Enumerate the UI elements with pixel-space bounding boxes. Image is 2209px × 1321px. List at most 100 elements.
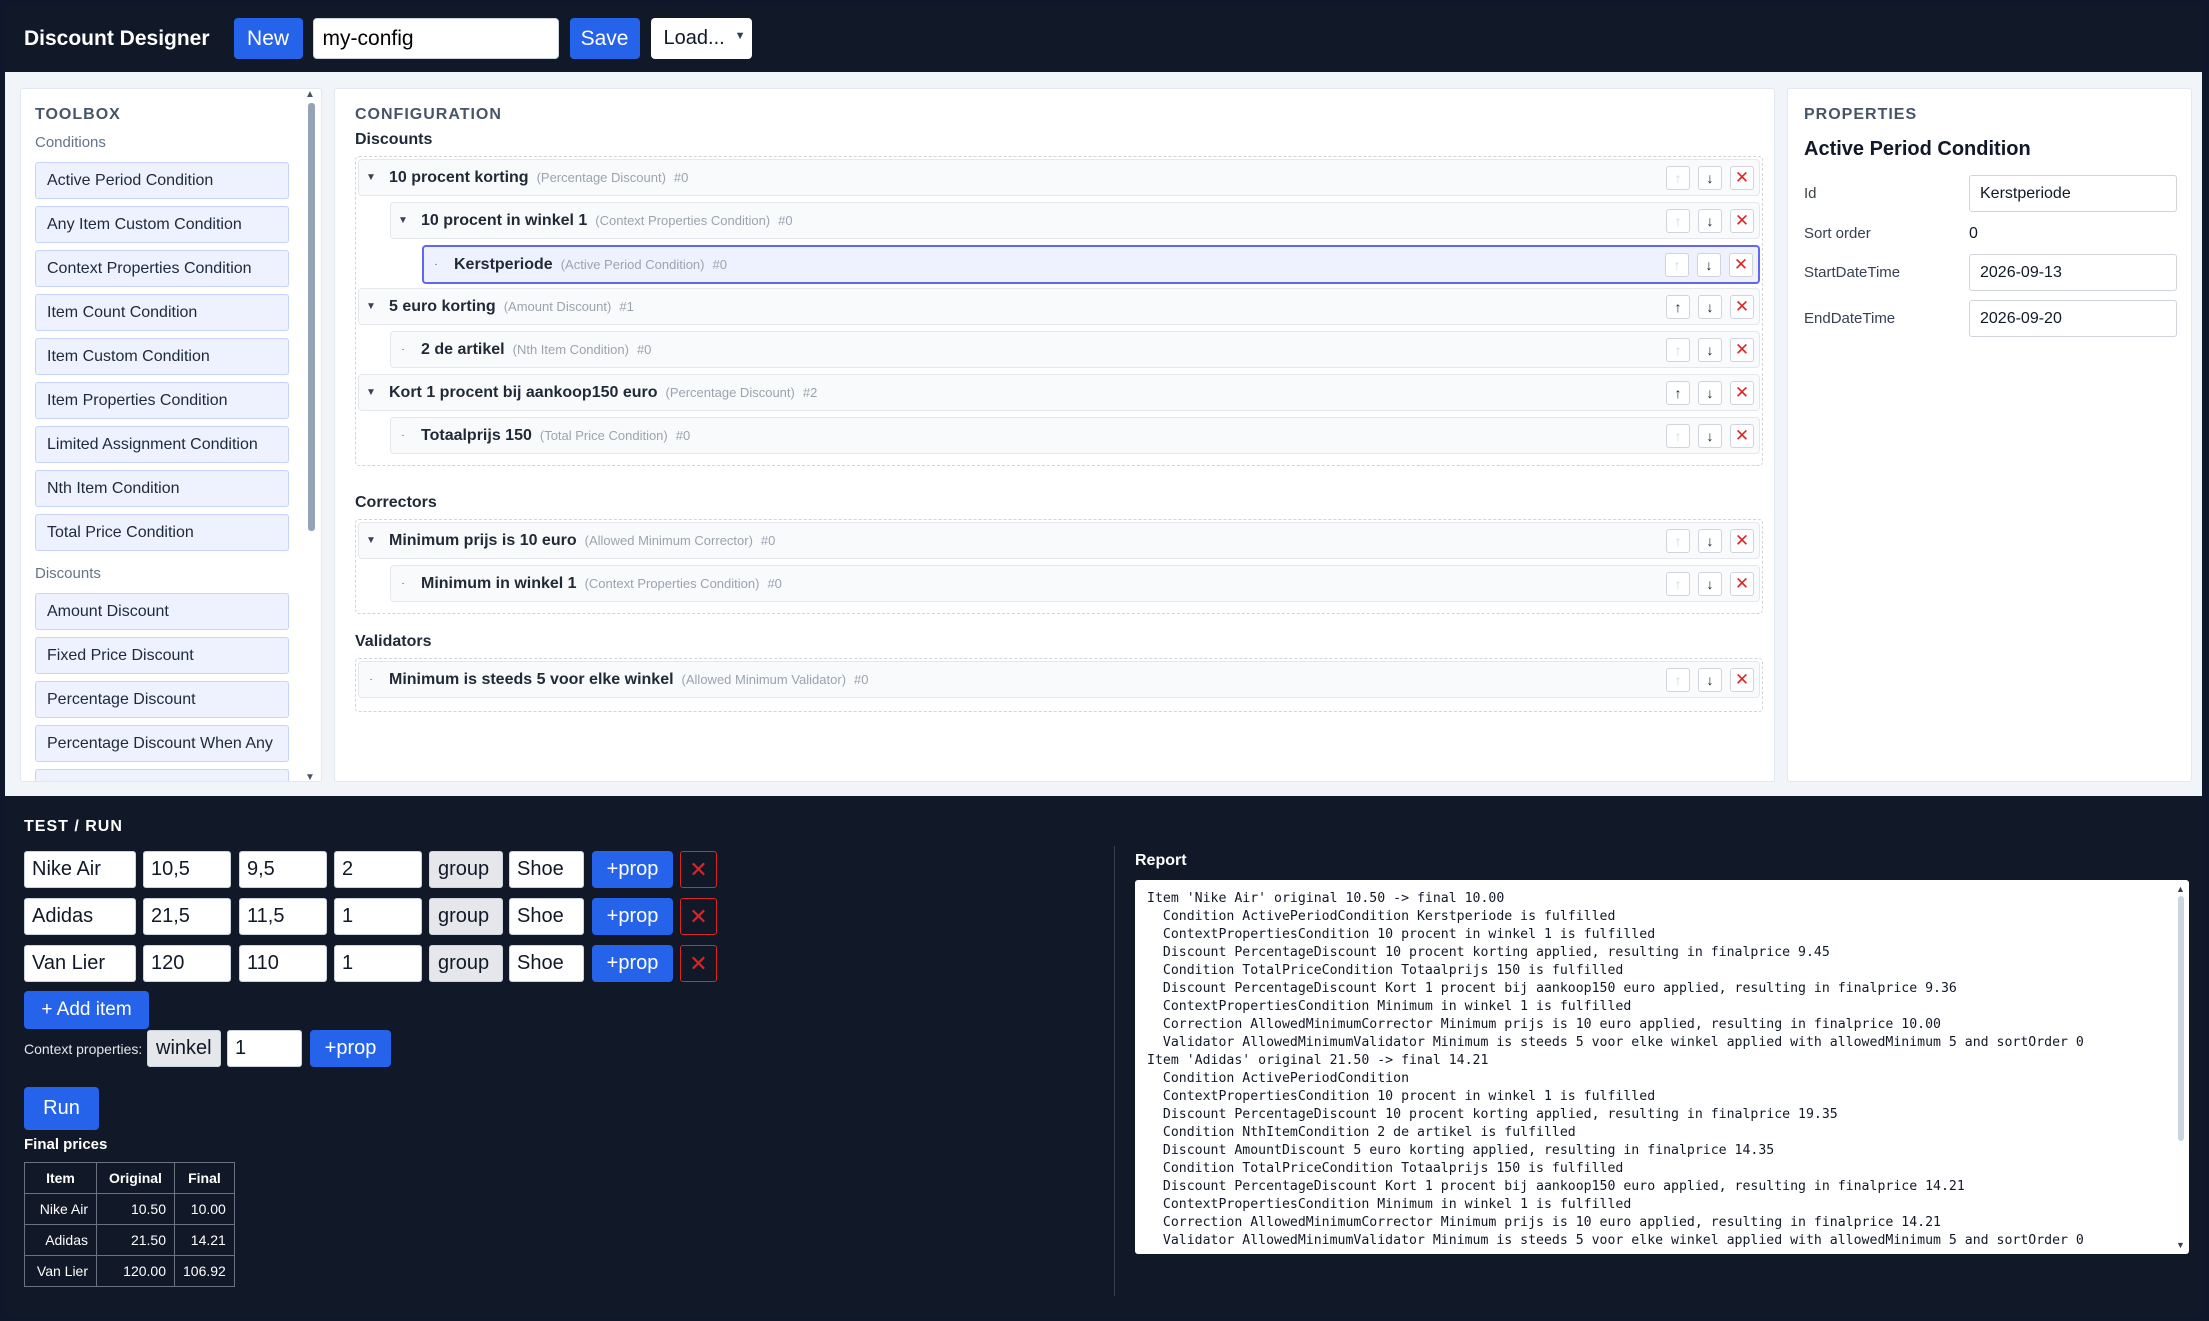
move-up-icon[interactable]: ↑: [1666, 668, 1690, 692]
add-prop-button[interactable]: +prop: [592, 851, 673, 888]
item-prop-key-input[interactable]: group: [429, 945, 503, 982]
tree-node[interactable]: ▼ 5 euro korting (Amount Discount) #1 ↑ …: [358, 288, 1760, 325]
toolbox-item[interactable]: Context Properties Condition: [35, 250, 289, 287]
save-button[interactable]: Save: [569, 18, 640, 59]
toolbox-item[interactable]: Amount Discount: [35, 593, 289, 630]
delete-item-icon[interactable]: ✕: [680, 945, 717, 982]
move-down-icon[interactable]: ↓: [1697, 253, 1721, 277]
item-prop-value-input[interactable]: Shoe: [509, 898, 584, 935]
scroll-down-icon[interactable]: ▼: [305, 772, 315, 781]
scrollbar-thumb[interactable]: [2178, 896, 2184, 1141]
tree-node[interactable]: ▼ 10 procent korting (Percentage Discoun…: [358, 159, 1760, 196]
item-original-input[interactable]: 120: [143, 945, 231, 982]
delete-icon[interactable]: ✕: [1730, 424, 1754, 448]
scroll-up-icon[interactable]: ▲: [305, 89, 315, 100]
tree-node[interactable]: · Totaalprijs 150 (Total Price Condition…: [390, 417, 1760, 454]
toolbox-item[interactable]: Item Count Condition: [35, 294, 289, 331]
tree-node-selected[interactable]: · Kerstperiode (Active Period Condition)…: [422, 245, 1760, 284]
report-textarea[interactable]: Item 'Nike Air' original 10.50 -> final …: [1135, 880, 2189, 1254]
end-date-input[interactable]: 2026-09-20: [1969, 300, 2177, 337]
move-down-icon[interactable]: ↓: [1698, 529, 1722, 553]
delete-icon[interactable]: ✕: [1729, 253, 1753, 277]
move-down-icon[interactable]: ↓: [1698, 572, 1722, 596]
scrollbar-thumb[interactable]: [308, 103, 315, 531]
tree-node[interactable]: ▼ Minimum prijs is 10 euro (Allowed Mini…: [358, 522, 1760, 559]
item-prop-key-input[interactable]: group: [429, 851, 503, 888]
toolbox-item[interactable]: Any Item Custom Condition: [35, 206, 289, 243]
collapse-icon[interactable]: ▼: [359, 535, 383, 546]
config-name-input[interactable]: [312, 18, 559, 59]
delete-icon[interactable]: ✕: [1730, 529, 1754, 553]
toolbox-item[interactable]: [35, 769, 289, 781]
move-down-icon[interactable]: ↓: [1698, 295, 1722, 319]
move-down-icon[interactable]: ↓: [1698, 424, 1722, 448]
report-scrollbar[interactable]: ▲ ▼: [2175, 884, 2187, 1250]
item-prop-value-input[interactable]: Shoe: [509, 945, 584, 982]
item-qty-input[interactable]: 1: [334, 945, 422, 982]
collapse-icon[interactable]: ▼: [359, 172, 383, 183]
move-up-icon[interactable]: ↑: [1666, 572, 1690, 596]
item-qty-input[interactable]: 2: [334, 851, 422, 888]
tree-node[interactable]: · Minimum is steeds 5 voor elke winkel (…: [358, 661, 1760, 698]
delete-icon[interactable]: ✕: [1730, 209, 1754, 233]
item-min-input[interactable]: 110: [239, 945, 327, 982]
scroll-down-icon[interactable]: ▼: [2176, 1240, 2185, 1250]
toolbox-item[interactable]: Percentage Discount When Any: [35, 725, 289, 762]
move-up-icon[interactable]: ↑: [1666, 424, 1690, 448]
toolbox-item[interactable]: Active Period Condition: [35, 162, 289, 199]
toolbox-item[interactable]: Item Properties Condition: [35, 382, 289, 419]
load-select[interactable]: Load... ▼: [650, 18, 752, 59]
delete-icon[interactable]: ✕: [1730, 166, 1754, 190]
id-input[interactable]: Kerstperiode: [1969, 175, 2177, 212]
toolbox-item[interactable]: Nth Item Condition: [35, 470, 289, 507]
collapse-icon[interactable]: ▼: [359, 387, 383, 398]
toolbox-item[interactable]: Fixed Price Discount: [35, 637, 289, 674]
start-date-input[interactable]: 2026-09-13: [1969, 254, 2177, 291]
move-up-icon[interactable]: ↑: [1666, 295, 1690, 319]
new-button[interactable]: New: [233, 18, 303, 59]
delete-icon[interactable]: ✕: [1730, 668, 1754, 692]
item-name-input[interactable]: Adidas: [24, 898, 136, 935]
add-prop-button[interactable]: +prop: [592, 945, 673, 982]
delete-icon[interactable]: ✕: [1730, 295, 1754, 319]
delete-icon[interactable]: ✕: [1730, 381, 1754, 405]
item-min-input[interactable]: 11,5: [239, 898, 327, 935]
item-min-input[interactable]: 9,5: [239, 851, 327, 888]
item-original-input[interactable]: 21,5: [143, 898, 231, 935]
move-down-icon[interactable]: ↓: [1698, 166, 1722, 190]
context-key-input[interactable]: winkel: [147, 1030, 221, 1067]
delete-icon[interactable]: ✕: [1730, 572, 1754, 596]
delete-item-icon[interactable]: ✕: [680, 851, 717, 888]
tree-node[interactable]: ▼ 10 procent in winkel 1 (Context Proper…: [390, 202, 1760, 239]
toolbox-item[interactable]: Total Price Condition: [35, 514, 289, 551]
delete-item-icon[interactable]: ✕: [680, 898, 717, 935]
tree-node[interactable]: · Minimum in winkel 1 (Context Propertie…: [390, 565, 1760, 602]
delete-icon[interactable]: ✕: [1730, 338, 1754, 362]
item-original-input[interactable]: 10,5: [143, 851, 231, 888]
toolbox-item[interactable]: Percentage Discount: [35, 681, 289, 718]
tree-node[interactable]: · 2 de artikel (Nth Item Condition) #0 ↑…: [390, 331, 1760, 368]
item-name-input[interactable]: Nike Air: [24, 851, 136, 888]
tree-node[interactable]: ▼ Kort 1 procent bij aankoop150 euro (Pe…: [358, 374, 1760, 411]
scroll-up-icon[interactable]: ▲: [2176, 884, 2185, 894]
run-button[interactable]: Run: [24, 1087, 99, 1130]
add-item-button[interactable]: + Add item: [24, 991, 149, 1029]
move-down-icon[interactable]: ↓: [1698, 381, 1722, 405]
move-up-icon[interactable]: ↑: [1666, 338, 1690, 362]
item-prop-value-input[interactable]: Shoe: [509, 851, 584, 888]
add-context-prop-button[interactable]: +prop: [310, 1030, 391, 1067]
move-down-icon[interactable]: ↓: [1698, 668, 1722, 692]
toolbox-item[interactable]: Item Custom Condition: [35, 338, 289, 375]
item-qty-input[interactable]: 1: [334, 898, 422, 935]
move-up-icon[interactable]: ↑: [1666, 381, 1690, 405]
toolbox-scrollbar[interactable]: ▲ ▼: [304, 89, 318, 781]
collapse-icon[interactable]: ▼: [391, 215, 415, 226]
item-name-input[interactable]: Van Lier: [24, 945, 136, 982]
move-up-icon[interactable]: ↑: [1666, 209, 1690, 233]
add-prop-button[interactable]: +prop: [592, 898, 673, 935]
move-up-icon[interactable]: ↑: [1666, 529, 1690, 553]
context-value-input[interactable]: 1: [227, 1030, 302, 1067]
move-down-icon[interactable]: ↓: [1698, 209, 1722, 233]
move-up-icon[interactable]: ↑: [1665, 253, 1689, 277]
item-prop-key-input[interactable]: group: [429, 898, 503, 935]
